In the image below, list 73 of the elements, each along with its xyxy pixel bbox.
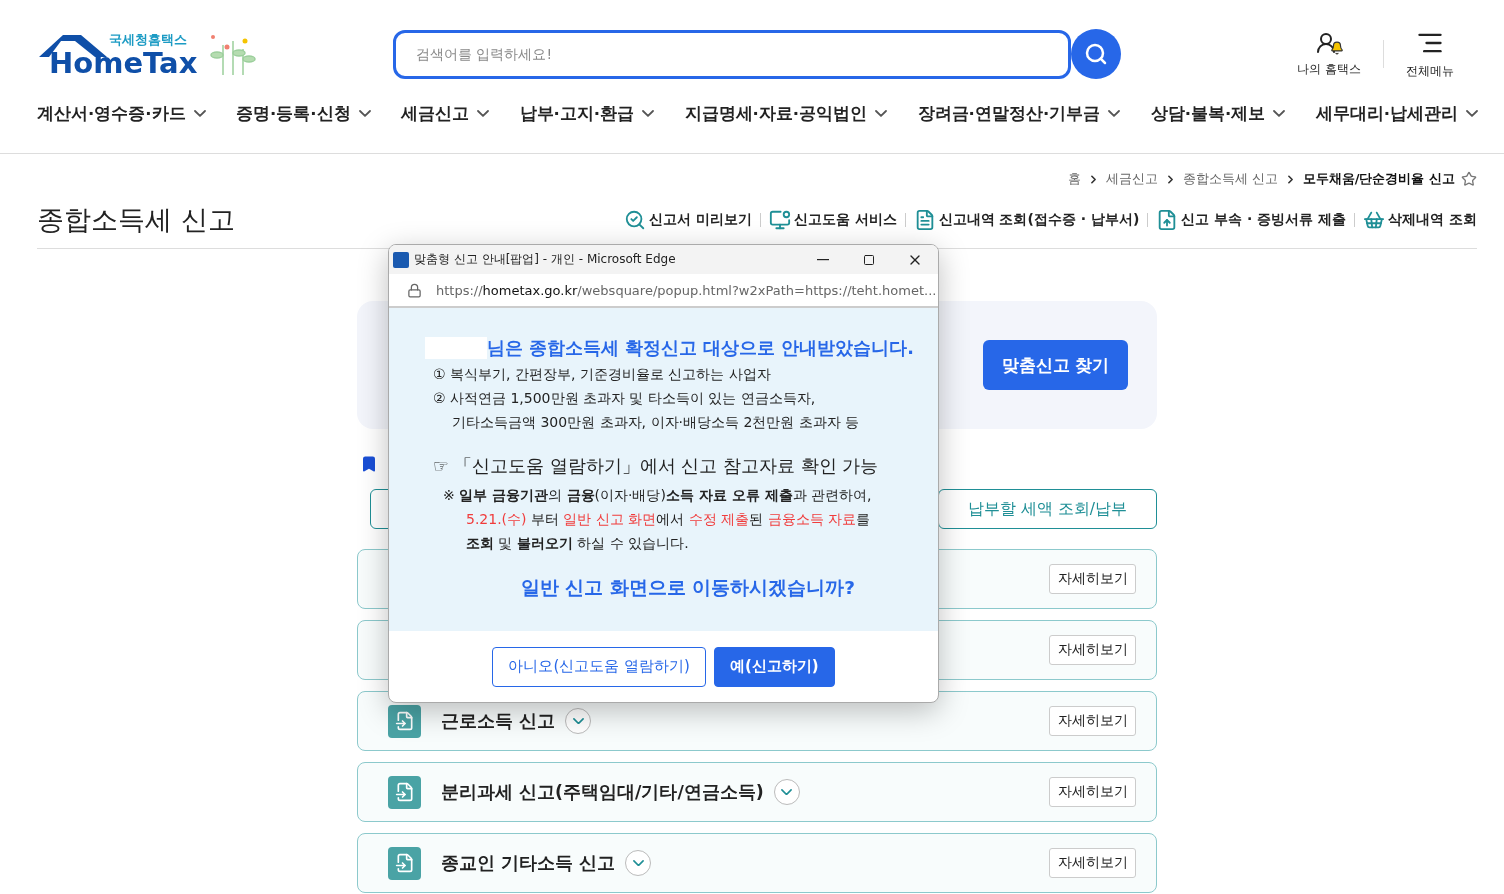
criteria-text: ① 복식부기, 간편장부, 기준경비율로 신고하는 사업자 bbox=[432, 366, 772, 384]
expand-button[interactable] bbox=[625, 850, 652, 876]
lock-icon bbox=[407, 282, 422, 298]
document-icon bbox=[388, 704, 421, 738]
chevron-down-icon bbox=[1108, 109, 1121, 118]
chevron-down-icon bbox=[358, 109, 371, 118]
hint-text: ☞ 「신고도움 열람하기」에서 신고 참고자료 확인 가능 bbox=[433, 455, 880, 478]
nav-menu-item[interactable]: 세금신고 bbox=[401, 102, 490, 125]
search-field[interactable]: 검색어를 입력하세요! bbox=[393, 29, 1071, 79]
criteria-text: 기타소득금액 300만원 초과자, 이자·배당소득 2천만원 초과자 등 bbox=[451, 414, 861, 432]
chevron-down-icon bbox=[1465, 109, 1478, 118]
search-icon bbox=[1084, 42, 1108, 66]
notice-text: ※ 일부 금융기관의 금융(이자·배당)소득 자료 오류 제출과 관련하여, 5.21.(수) 부터 일반 신고 화면에서 수정 제출된 금융소득 자료를 조회 및 불러오기 하실 수 있습니다. bbox=[443, 486, 873, 553]
toolbar-link[interactable]: 신고 부속 · 증빙서류 제출 bbox=[1156, 209, 1347, 231]
toolbar-link[interactable]: 신고내역 조회(접수증 · 납부서) bbox=[913, 209, 1140, 231]
nav-menu-item[interactable]: 장려금·연말정산·기부금 bbox=[917, 102, 1121, 125]
app-logo-icon bbox=[393, 251, 409, 268]
details-button[interactable]: 자세히보기 bbox=[1049, 635, 1136, 665]
nav-menu-item[interactable]: 증명·등록·신청 bbox=[236, 102, 371, 125]
magnifier-check-icon bbox=[623, 209, 646, 231]
custom-filing-button[interactable]: 맞춤신고 찾기 bbox=[983, 340, 1128, 390]
criteria-text: ② 사적연금 1,500만원 초과자 및 타소득이 있는 연금소득자, bbox=[432, 390, 817, 408]
basket-icon bbox=[1363, 209, 1386, 231]
chevron-down-icon bbox=[193, 109, 206, 118]
header-link[interactable]: 나의 홈택스 bbox=[1275, 30, 1383, 78]
search-button[interactable] bbox=[1071, 29, 1121, 79]
chevron-down-icon bbox=[1273, 109, 1286, 118]
document-icon bbox=[388, 846, 421, 880]
decline-button[interactable]: 아니오(신고도움 열람하기) bbox=[492, 646, 706, 687]
maximize-icon bbox=[863, 253, 875, 266]
monitor-icon bbox=[768, 209, 791, 231]
logo-subtitle: 국세청홈택스 bbox=[109, 30, 188, 49]
confirm-question: 일반 신고 화면으로 이동하시겠습니까? bbox=[521, 576, 857, 600]
logo-text[interactable]: HomeTax bbox=[49, 48, 198, 78]
card-title: 근로소득 신고 bbox=[441, 710, 556, 733]
favorite-star-icon[interactable] bbox=[1461, 171, 1477, 187]
toolbar-link[interactable]: 신고도움 서비스 bbox=[768, 209, 897, 231]
user-bell-icon bbox=[1314, 30, 1345, 55]
breadcrumb-link[interactable]: 종합소득세 신고 bbox=[1182, 170, 1278, 188]
nav-menu-item[interactable]: 상담·불복·제보 bbox=[1150, 102, 1286, 125]
breadcrumb-link[interactable]: 홈 bbox=[1067, 170, 1081, 188]
breadcrumb-current: 모두채움/단순경비율 신고 bbox=[1302, 170, 1455, 188]
card-title: 종교인 기타소득 신고 bbox=[441, 852, 616, 875]
expand-button[interactable] bbox=[773, 779, 800, 805]
details-button[interactable]: 자세히보기 bbox=[1049, 706, 1136, 736]
page-title: 종합소득세 신고 bbox=[37, 203, 235, 237]
toolbar-link[interactable]: 신고서 미리보기 bbox=[623, 209, 752, 231]
card-title: 분리과세 신고(주택임대/기타/연금소득) bbox=[441, 781, 764, 804]
nav-menu-item[interactable]: 납부·고지·환급 bbox=[519, 102, 655, 125]
tax-payment-button[interactable]: 납부할 세액 조회/납부 bbox=[938, 489, 1157, 529]
chevron-down-icon bbox=[875, 109, 888, 118]
bookmark-icon bbox=[360, 455, 378, 473]
details-button[interactable]: 자세히보기 bbox=[1049, 848, 1136, 878]
document-icon bbox=[388, 775, 421, 809]
details-button[interactable]: 자세히보기 bbox=[1049, 564, 1136, 594]
chevron-down-icon bbox=[572, 717, 584, 725]
nav-menu-item[interactable]: 지급명세·자료·공익법인 bbox=[684, 102, 888, 125]
confirm-button[interactable]: 예(신고하기) bbox=[713, 646, 835, 687]
breadcrumb-link[interactable]: 세금신고 bbox=[1105, 170, 1158, 188]
header-link[interactable]: 전체메뉴 bbox=[1384, 28, 1476, 80]
chevron-down-icon bbox=[632, 859, 644, 867]
chevron-down-icon bbox=[781, 788, 793, 796]
nav-menu-item[interactable]: 세무대리·납세관리 bbox=[1315, 102, 1478, 125]
chevron-down-icon bbox=[477, 109, 490, 118]
details-button[interactable]: 자세히보기 bbox=[1049, 777, 1136, 807]
expand-button[interactable] bbox=[565, 708, 592, 734]
chevron-down-icon bbox=[642, 109, 655, 118]
toolbar-link[interactable]: 삭제내역 조회 bbox=[1363, 209, 1477, 231]
address-field[interactable]: https://hometax.go.kr/websquare/popup.html?w2xPath=https://teht.homet... bbox=[436, 282, 937, 298]
nav-menu-item[interactable]: 계산서·영수증·카드 bbox=[37, 102, 206, 125]
minimize-icon bbox=[817, 258, 829, 261]
notice-headline: 님은 종합소득세 확정신고 대상으로 안내받았습니다. bbox=[487, 337, 915, 360]
window-title: 맞춤형 신고 안내[팝업] - 개인 - Microsoft Edge bbox=[414, 251, 676, 268]
